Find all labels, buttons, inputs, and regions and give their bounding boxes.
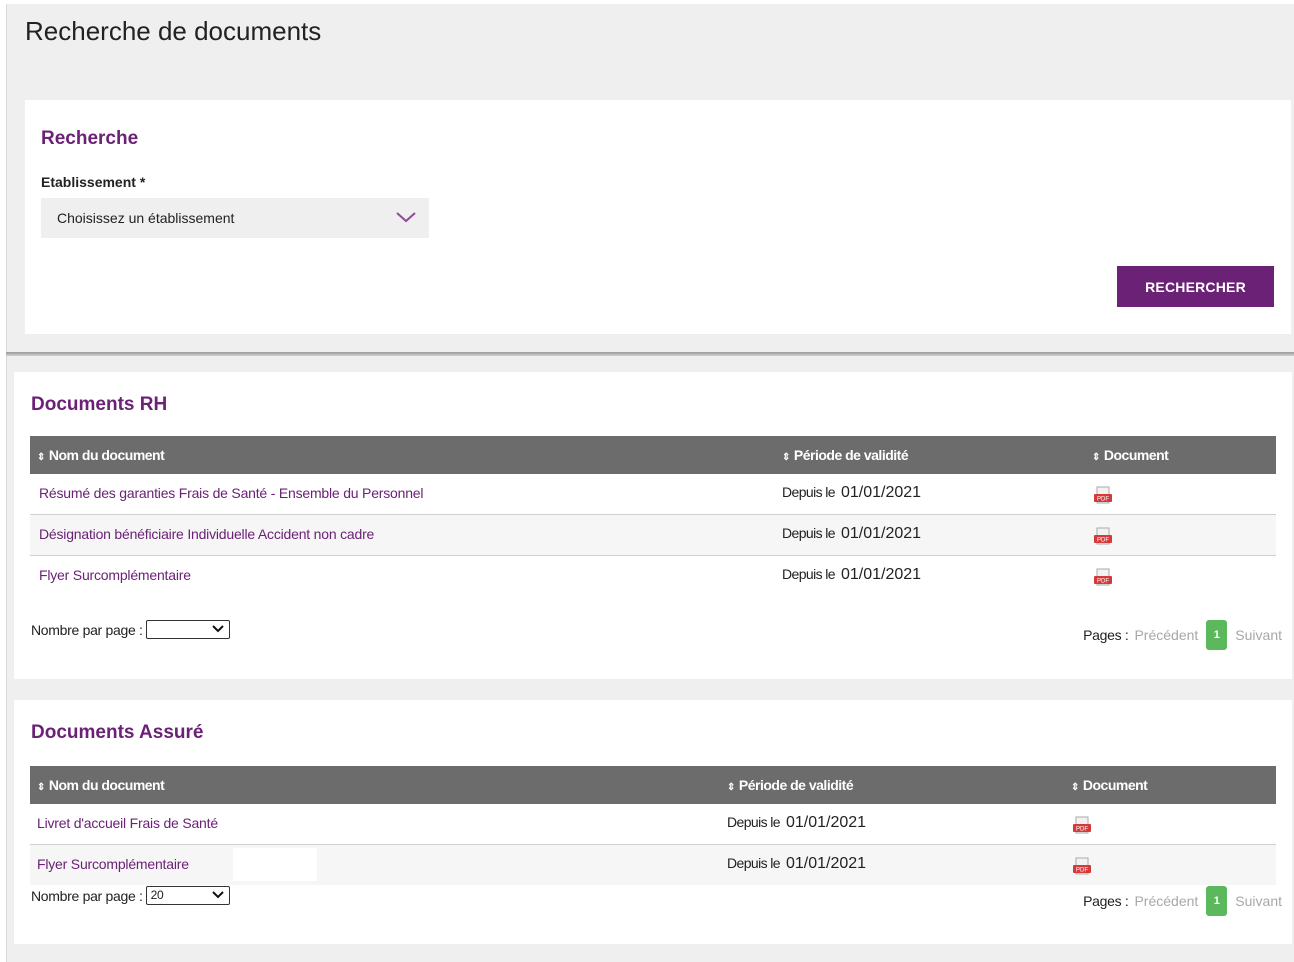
table-row: Flyer Surcomplémentaire Depuis le 01/01/2… — [30, 556, 1276, 597]
table-row: Flyer Surcomplémentaire Depuis le 01/01/2… — [30, 845, 1276, 885]
table-header: ⇕ Nom du document ⇕ Période de validité ⇕ D… — [30, 766, 1276, 804]
column-header-name[interactable]: ⇕ Nom du document — [37, 777, 165, 793]
next-page-link[interactable]: Suivant — [1235, 627, 1282, 643]
documents-rh-card: Documents RH ⇕ Nom du document ⇕ Période d… — [14, 372, 1292, 679]
document-link[interactable]: Flyer Surcomplémentaire — [37, 856, 189, 872]
chevron-down-icon — [396, 212, 416, 223]
current-page-button[interactable]: 1 — [1206, 620, 1228, 650]
documents-rh-table: ⇕ Nom du document ⇕ Période de validité ⇕ D… — [30, 436, 1276, 597]
previous-page-link[interactable]: Précédent — [1134, 893, 1198, 909]
validity-period: Depuis le 01/01/2021 — [782, 525, 922, 542]
sort-icon: ⇕ — [1092, 452, 1100, 463]
sort-icon: ⇕ — [782, 452, 790, 463]
document-link[interactable]: Livret d'accueil Frais de Santé — [37, 815, 218, 831]
sort-icon: ⇕ — [727, 782, 735, 793]
validity-period: Depuis le 01/01/2021 — [727, 855, 867, 872]
per-page-select[interactable] — [145, 620, 230, 639]
svg-text:PDF: PDF — [1097, 538, 1109, 544]
sort-icon: ⇕ — [1071, 782, 1079, 793]
blank-cell — [233, 848, 317, 881]
search-card: Recherche Etablissement * Choisissez un … — [25, 100, 1291, 334]
validity-period: Depuis le 01/01/2021 — [782, 484, 922, 501]
documents-assure-title: Documents Assuré — [31, 722, 204, 743]
pagination: Pages : Précédent 1 Suivant — [1083, 886, 1282, 916]
sort-icon: ⇕ — [37, 782, 45, 793]
pdf-icon[interactable]: PDF — [1093, 486, 1113, 506]
pdf-icon[interactable]: PDF — [1072, 857, 1092, 877]
pdf-icon[interactable]: PDF — [1093, 568, 1113, 588]
pdf-icon[interactable]: PDF — [1093, 527, 1113, 547]
svg-text:PDF: PDF — [1076, 868, 1088, 874]
current-page-button[interactable]: 1 — [1206, 886, 1228, 916]
document-link[interactable]: Flyer Surcomplémentaire — [39, 567, 191, 583]
per-page-label: Nombre par page : — [31, 621, 143, 638]
per-page-label: Nombre par page : — [31, 887, 143, 904]
table-header: ⇕ Nom du document ⇕ Période de validité ⇕ D… — [30, 436, 1276, 474]
sort-icon: ⇕ — [37, 452, 45, 463]
pagination: Pages : Précédent 1 Suivant — [1083, 620, 1282, 650]
chevron-down-icon — [211, 625, 224, 633]
search-button[interactable]: RECHERCHER — [1117, 266, 1274, 307]
column-header-period[interactable]: ⇕ Période de validité — [727, 777, 854, 793]
previous-page-link[interactable]: Précédent — [1134, 627, 1198, 643]
page-title: Recherche de documents — [25, 16, 322, 46]
establishment-select[interactable]: Choisissez un établissement — [41, 198, 429, 238]
svg-text:PDF: PDF — [1076, 827, 1088, 833]
per-page-control: Nombre par page : — [31, 620, 230, 639]
establishment-select-value: Choisissez un établissement — [57, 210, 235, 226]
table-row: Résumé des garanties Frais de Santé - En… — [30, 474, 1276, 515]
pdf-icon[interactable]: PDF — [1072, 816, 1092, 836]
column-header-period[interactable]: ⇕ Période de validité — [782, 447, 909, 463]
column-header-document[interactable]: ⇕ Document — [1071, 777, 1148, 793]
documents-assure-table: ⇕ Nom du document ⇕ Période de validité ⇕ D… — [30, 766, 1276, 885]
validity-period: Depuis le 01/01/2021 — [727, 814, 867, 831]
per-page-control: Nombre par page : 20 — [31, 886, 230, 905]
document-link[interactable]: Désignation bénéficiaire Individuelle Ac… — [39, 526, 374, 542]
per-page-select[interactable]: 20 — [145, 886, 230, 905]
search-region: Recherche de documents Recherche Etablis… — [6, 4, 1294, 352]
search-section-title: Recherche — [41, 128, 139, 149]
chevron-down-icon — [211, 891, 224, 899]
validity-period: Depuis le 01/01/2021 — [782, 566, 922, 583]
column-header-name[interactable]: ⇕ Nom du document — [37, 447, 165, 463]
pages-label: Pages : — [1083, 627, 1129, 643]
document-link[interactable]: Résumé des garanties Frais de Santé - En… — [39, 485, 424, 501]
documents-rh-title: Documents RH — [31, 394, 168, 415]
documents-assure-card: Documents Assuré ⇕ Nom du document ⇕ Pério… — [14, 700, 1292, 944]
table-row: Livret d'accueil Frais de Santé Depuis l… — [30, 804, 1276, 845]
svg-text:PDF: PDF — [1097, 579, 1109, 585]
svg-text:PDF: PDF — [1097, 497, 1109, 503]
column-header-document[interactable]: ⇕ Document — [1092, 447, 1169, 463]
pages-label: Pages : — [1083, 893, 1129, 909]
next-page-link[interactable]: Suivant — [1235, 893, 1282, 909]
establishment-label: Etablissement * — [41, 174, 146, 190]
table-row: Désignation bénéficiaire Individuelle Ac… — [30, 515, 1276, 556]
